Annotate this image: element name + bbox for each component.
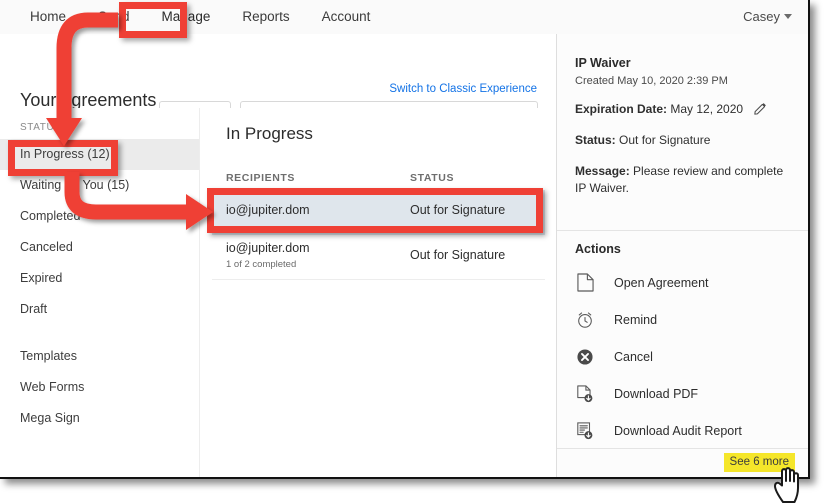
nav-item-home[interactable]: Home xyxy=(14,0,82,34)
table-row[interactable]: io@jupiter.dom Out for Signature xyxy=(212,190,545,235)
switch-to-classic-link[interactable]: Switch to Classic Experience xyxy=(389,83,537,95)
action-download-audit-report[interactable]: Download Audit Report xyxy=(571,412,801,449)
agreement-rows: io@jupiter.dom Out for Signature io@jupi… xyxy=(212,190,545,280)
action-label: Remind xyxy=(614,312,658,327)
see-more-footer: See 6 more xyxy=(557,448,808,477)
action-label: Download PDF xyxy=(614,386,699,401)
detail-expiration-value: May 12, 2020 xyxy=(670,102,744,116)
nav-item-reports[interactable]: Reports xyxy=(226,0,305,34)
detail-created-date: Created May 10, 2020 2:39 PM xyxy=(575,75,728,87)
action-label: Cancel xyxy=(614,349,653,364)
sidebar: STATUS In Progress (12) Waiting for You … xyxy=(0,108,199,477)
user-menu-label: Casey xyxy=(743,9,780,24)
screenshot-root: Home Send Manage Reports Account Casey Y… xyxy=(0,0,830,504)
detail-status-label: Status: xyxy=(575,133,616,147)
sidebar-item-in-progress[interactable]: In Progress (12) xyxy=(0,139,199,170)
table-row[interactable]: io@jupiter.dom 1 of 2 completed Out for … xyxy=(212,235,545,280)
top-navigation-bar: Home Send Manage Reports Account Casey xyxy=(0,0,808,35)
nav-items: Home Send Manage Reports Account xyxy=(14,0,386,34)
sidebar-item-waiting-for-you[interactable]: Waiting for You (15) xyxy=(0,170,199,201)
detail-status: Status: Out for Signature xyxy=(575,132,791,149)
nav-item-account[interactable]: Account xyxy=(306,0,387,34)
see-more-link[interactable]: See 6 more xyxy=(723,453,795,472)
document-icon xyxy=(575,273,595,293)
action-remind[interactable]: Remind xyxy=(571,301,801,338)
detail-summary: IP Waiver Created May 10, 2020 2:39 PM E… xyxy=(557,34,808,197)
detail-message: Message: Please review and complete IP W… xyxy=(575,163,791,197)
edit-pencil-icon[interactable] xyxy=(754,102,767,115)
action-label: Download Audit Report xyxy=(614,423,742,438)
detail-divider xyxy=(557,230,808,231)
agreement-detail-panel: IP Waiver Created May 10, 2020 2:39 PM E… xyxy=(556,34,808,477)
nav-item-send[interactable]: Send xyxy=(82,0,146,34)
cancel-circle-icon xyxy=(575,347,595,367)
sidebar-item-draft[interactable]: Draft xyxy=(0,294,199,325)
sub-header: Your agreements Filters Search for agree… xyxy=(0,34,556,133)
sidebar-item-web-forms[interactable]: Web Forms xyxy=(0,372,199,403)
actions-list: Open Agreement Remind Cancel Download PD… xyxy=(571,264,801,449)
row-recipient: io@jupiter.dom xyxy=(226,203,310,217)
alarm-clock-icon xyxy=(575,310,595,330)
actions-heading: Actions xyxy=(575,242,621,256)
row-status: Out for Signature xyxy=(410,248,506,262)
chevron-down-icon xyxy=(784,14,792,19)
sidebar-item-mega-sign[interactable]: Mega Sign xyxy=(0,403,199,434)
row-status: Out for Signature xyxy=(410,203,506,217)
sidebar-item-expired[interactable]: Expired xyxy=(0,263,199,294)
sidebar-item-completed[interactable]: Completed xyxy=(0,201,199,232)
detail-status-value: Out for Signature xyxy=(619,133,711,147)
action-label: Open Agreement xyxy=(614,275,709,290)
column-header-recipients: RECIPIENTS xyxy=(226,172,296,184)
download-audit-icon xyxy=(575,421,595,441)
list-title: In Progress xyxy=(226,124,313,143)
user-menu[interactable]: Casey xyxy=(743,0,792,34)
sidebar-item-canceled[interactable]: Canceled xyxy=(0,232,199,263)
download-pdf-icon xyxy=(575,384,595,404)
sidebar-list: In Progress (12) Waiting for You (15) Co… xyxy=(0,139,199,434)
detail-title: IP Waiver xyxy=(575,56,631,70)
app-window: Home Send Manage Reports Account Casey Y… xyxy=(0,0,810,479)
row-progress-subtext: 1 of 2 completed xyxy=(226,259,297,270)
action-download-pdf[interactable]: Download PDF xyxy=(571,375,801,412)
detail-expiration: Expiration Date: May 12, 2020 xyxy=(575,101,791,118)
sidebar-item-templates[interactable]: Templates xyxy=(0,341,199,372)
sidebar-divider-gap xyxy=(0,325,199,341)
detail-message-label: Message: xyxy=(575,164,630,178)
detail-expiration-label: Expiration Date: xyxy=(575,102,668,116)
nav-item-manage[interactable]: Manage xyxy=(146,0,227,34)
action-open-agreement[interactable]: Open Agreement xyxy=(571,264,801,301)
column-header-status: STATUS xyxy=(410,172,455,184)
action-cancel[interactable]: Cancel xyxy=(571,338,801,375)
agreement-list-panel: In Progress RECIPIENTS STATUS io@jupiter… xyxy=(199,108,557,477)
row-recipient: io@jupiter.dom xyxy=(226,241,310,255)
sidebar-status-heading: STATUS xyxy=(20,122,62,133)
